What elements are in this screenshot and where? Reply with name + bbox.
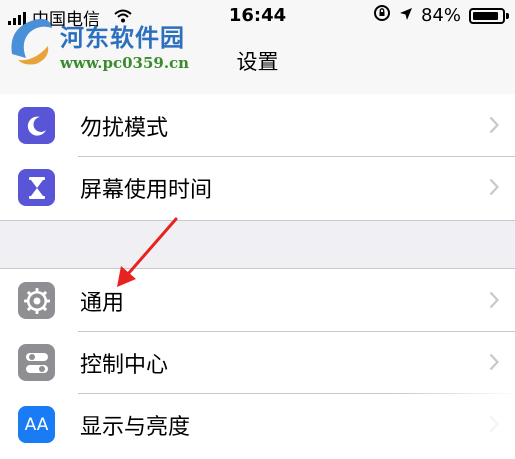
settings-row-label: 屏幕使用时间 [80, 178, 213, 203]
watermark-logo-icon [11, 19, 52, 65]
chevron-right-icon [489, 353, 499, 371]
battery-percent: 84% [420, 5, 461, 26]
settings-row-label: 显示与亮度 [80, 415, 191, 440]
location-icon [399, 5, 413, 26]
settings-row-label: 通用 [80, 291, 125, 316]
chevron-right-icon [489, 291, 499, 309]
battery-icon [469, 7, 509, 24]
moon-icon [18, 107, 55, 144]
settings-row-do-not-disturb[interactable]: 勿扰模式 [0, 94, 515, 156]
hourglass-icon [18, 169, 55, 206]
watermark: 河东软件园 www.pc0359.cn [2, 6, 222, 76]
settings-group-1: 勿扰模式 屏幕使用时间 [0, 94, 515, 221]
chevron-right-icon [489, 178, 499, 196]
blur-overlay [388, 386, 515, 458]
toggles-icon [18, 344, 55, 381]
gear-icon [18, 282, 55, 319]
settings-row-screen-time[interactable]: 屏幕使用时间 [0, 156, 515, 218]
settings-row-label: 控制中心 [80, 353, 169, 378]
settings-row-general[interactable]: 通用 [0, 269, 515, 331]
chevron-right-icon [489, 116, 499, 134]
rotation-lock-icon [373, 4, 391, 27]
settings-row-label: 勿扰模式 [80, 116, 169, 141]
watermark-url: www.pc0359.cn [60, 54, 190, 72]
settings-row-control-center[interactable]: 控制中心 [0, 331, 515, 393]
text-size-icon: AA [18, 406, 55, 443]
watermark-name: 河东软件园 [60, 23, 185, 52]
